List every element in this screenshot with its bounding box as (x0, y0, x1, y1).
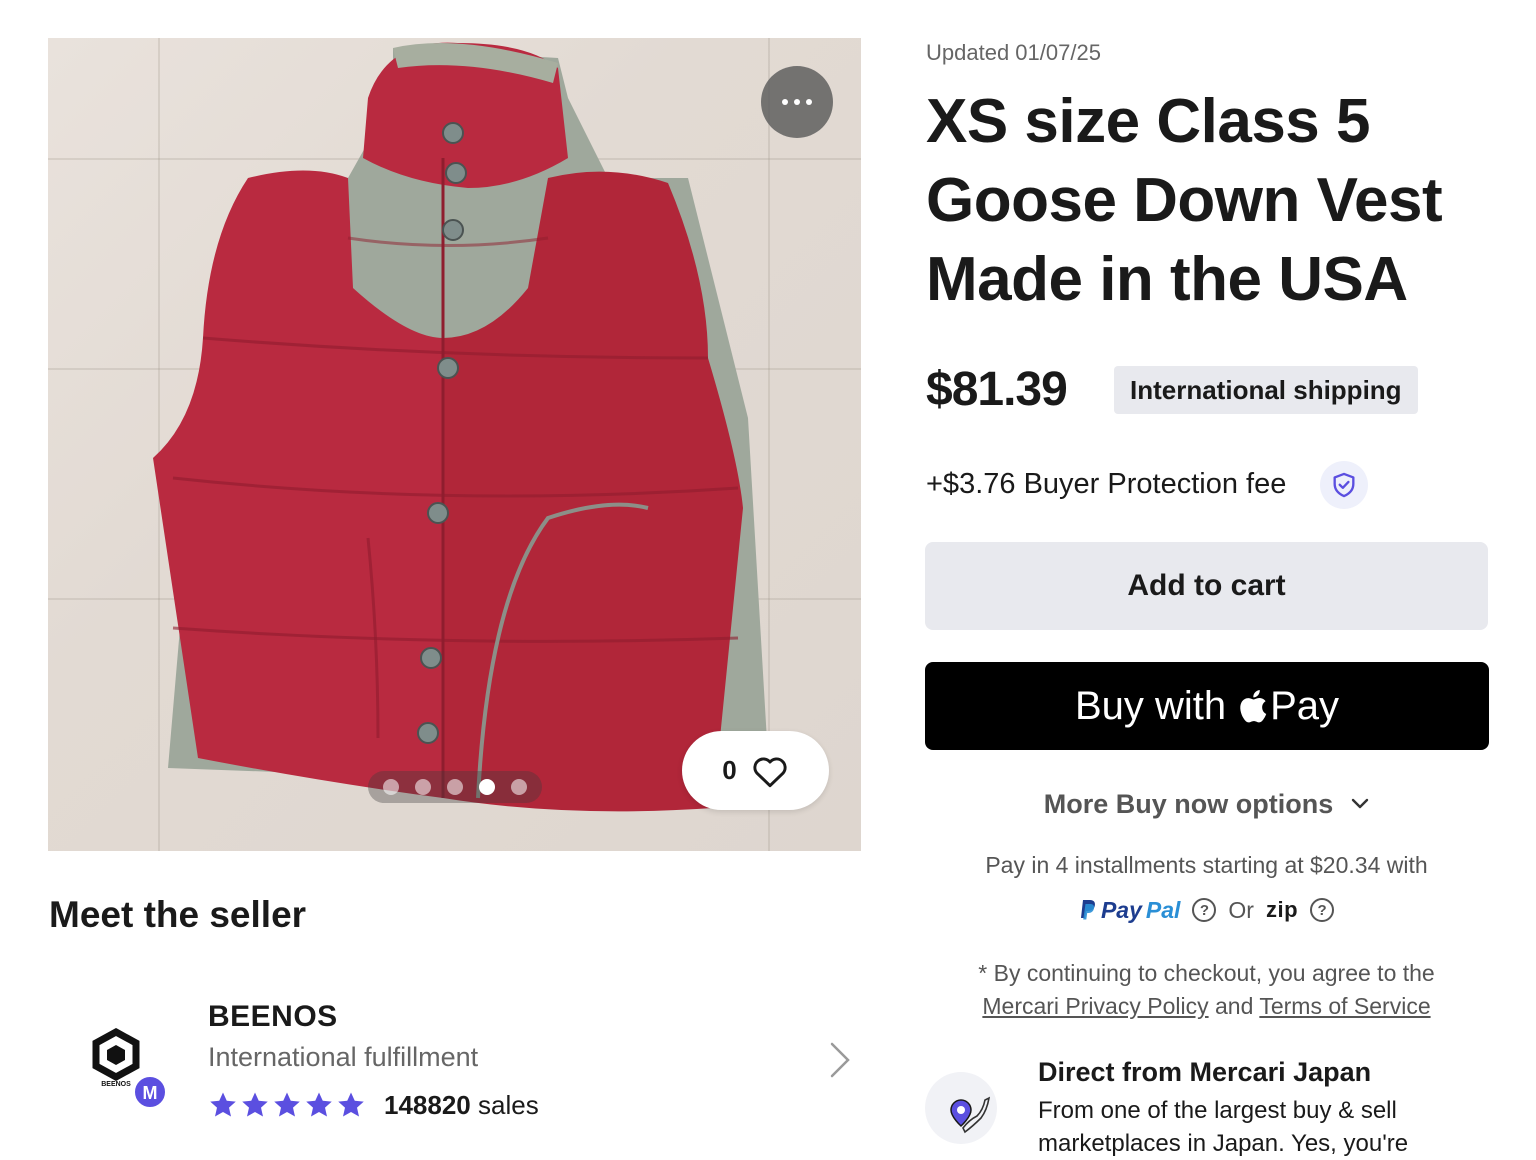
beenos-logo-icon: BEENOS M (92, 1028, 167, 1109)
star-icon (242, 1092, 268, 1117)
meet-the-seller-heading: Meet the seller (49, 894, 307, 935)
terms-prefix: * By continuing to checkout, you agree t… (978, 960, 1435, 986)
more-options-icon-button[interactable] (761, 66, 833, 138)
chevron-down-icon (1352, 798, 1369, 809)
star-icon (210, 1092, 236, 1117)
apple-pay-mark: Pay (1236, 684, 1339, 729)
more-buy-now-options-label: More Buy now options (1043, 788, 1334, 819)
seller-avatar: BEENOS M (86, 1028, 167, 1109)
paypal-p-icon (1080, 900, 1095, 920)
mercari-japan-description: From one of the largest buy & sell marke… (1038, 1097, 1409, 1157)
dot-icon (806, 99, 812, 105)
installments-text: Pay in 4 installments starting at $20.34… (985, 852, 1428, 878)
dot-icon (794, 99, 800, 105)
like-button[interactable]: 0 (682, 731, 829, 810)
apple-logo-icon (1240, 690, 1267, 723)
direct-from-mercari-japan-title: Direct from Mercari Japan (1038, 1057, 1372, 1087)
dot-icon (782, 99, 788, 105)
updated-date: Updated 01/07/25 (926, 40, 1101, 65)
heart-icon (753, 757, 787, 787)
add-to-cart-button[interactable]: Add to cart (925, 542, 1488, 630)
carousel-dot[interactable] (447, 779, 463, 795)
seller-sales-count: 148820 (384, 1090, 471, 1120)
star-icon (274, 1092, 300, 1117)
carousel-dot-active[interactable] (479, 779, 495, 795)
shield-check-icon (1333, 472, 1355, 498)
seller-subtitle: International fulfillment (208, 1042, 479, 1072)
chevron-right-icon (830, 1042, 850, 1078)
zip-logo[interactable]: zip (1266, 897, 1298, 923)
image-carousel-indicator (368, 771, 542, 803)
buy-with-label: Buy with (1074, 683, 1227, 728)
pay-label: Pay (1270, 683, 1340, 728)
star-icon (338, 1092, 364, 1117)
japan-map-pin-icon (950, 1096, 991, 1134)
seller-sales: 148820 sales (384, 1090, 539, 1121)
checkout-terms: * By continuing to checkout, you agree t… (925, 957, 1488, 1023)
terms-of-service-link[interactable]: Terms of Service (1259, 993, 1430, 1019)
carousel-dot[interactable] (511, 779, 527, 795)
buyer-protection-fee: +$3.76 Buyer Protection fee (926, 468, 1287, 500)
seller-rating-stars (208, 1090, 366, 1120)
or-label: Or (1228, 896, 1254, 923)
beenos-logo-text: BEENOS (101, 1081, 131, 1088)
vest-photo (153, 42, 768, 812)
like-count: 0 (722, 755, 737, 785)
international-shipping-badge: International shipping (1114, 366, 1418, 414)
paypal-help-icon[interactable]: ? (1192, 898, 1217, 922)
mercari-badge-letter: M (143, 1083, 158, 1103)
terms-and: and (1214, 993, 1254, 1019)
buyer-protection-info[interactable] (1320, 461, 1368, 509)
buy-with-apple-pay-button[interactable]: Buy with Pay (925, 662, 1489, 750)
carousel-dot[interactable] (415, 779, 431, 795)
seller-name: BEENOS (208, 1000, 338, 1033)
mercari-japan-icon (925, 1072, 997, 1144)
privacy-policy-link[interactable]: Mercari Privacy Policy (982, 993, 1208, 1019)
paypal-logo[interactable]: Pay Pal (1079, 897, 1180, 924)
seller-card[interactable]: BEENOS M BEENOS International fulfillmen… (48, 990, 861, 1139)
installment-providers: Pay Pal ? Or zip ? (925, 890, 1488, 930)
more-buy-now-options[interactable]: More Buy now options (925, 780, 1488, 828)
price: $81.39 (926, 363, 1068, 416)
listing-title: XS size Class 5 Goose Down Vest Made in … (926, 87, 1443, 314)
star-icon (306, 1092, 332, 1117)
zip-logo-text: zip (1265, 897, 1299, 922)
carousel-dot[interactable] (383, 779, 399, 795)
product-image[interactable]: 0 (48, 38, 861, 851)
seller-sales-label: sales (478, 1090, 539, 1120)
paypal-text-pay: Pay (1100, 896, 1142, 923)
paypal-text-pal: Pal (1145, 896, 1181, 923)
zip-help-icon[interactable]: ? (1310, 898, 1335, 922)
